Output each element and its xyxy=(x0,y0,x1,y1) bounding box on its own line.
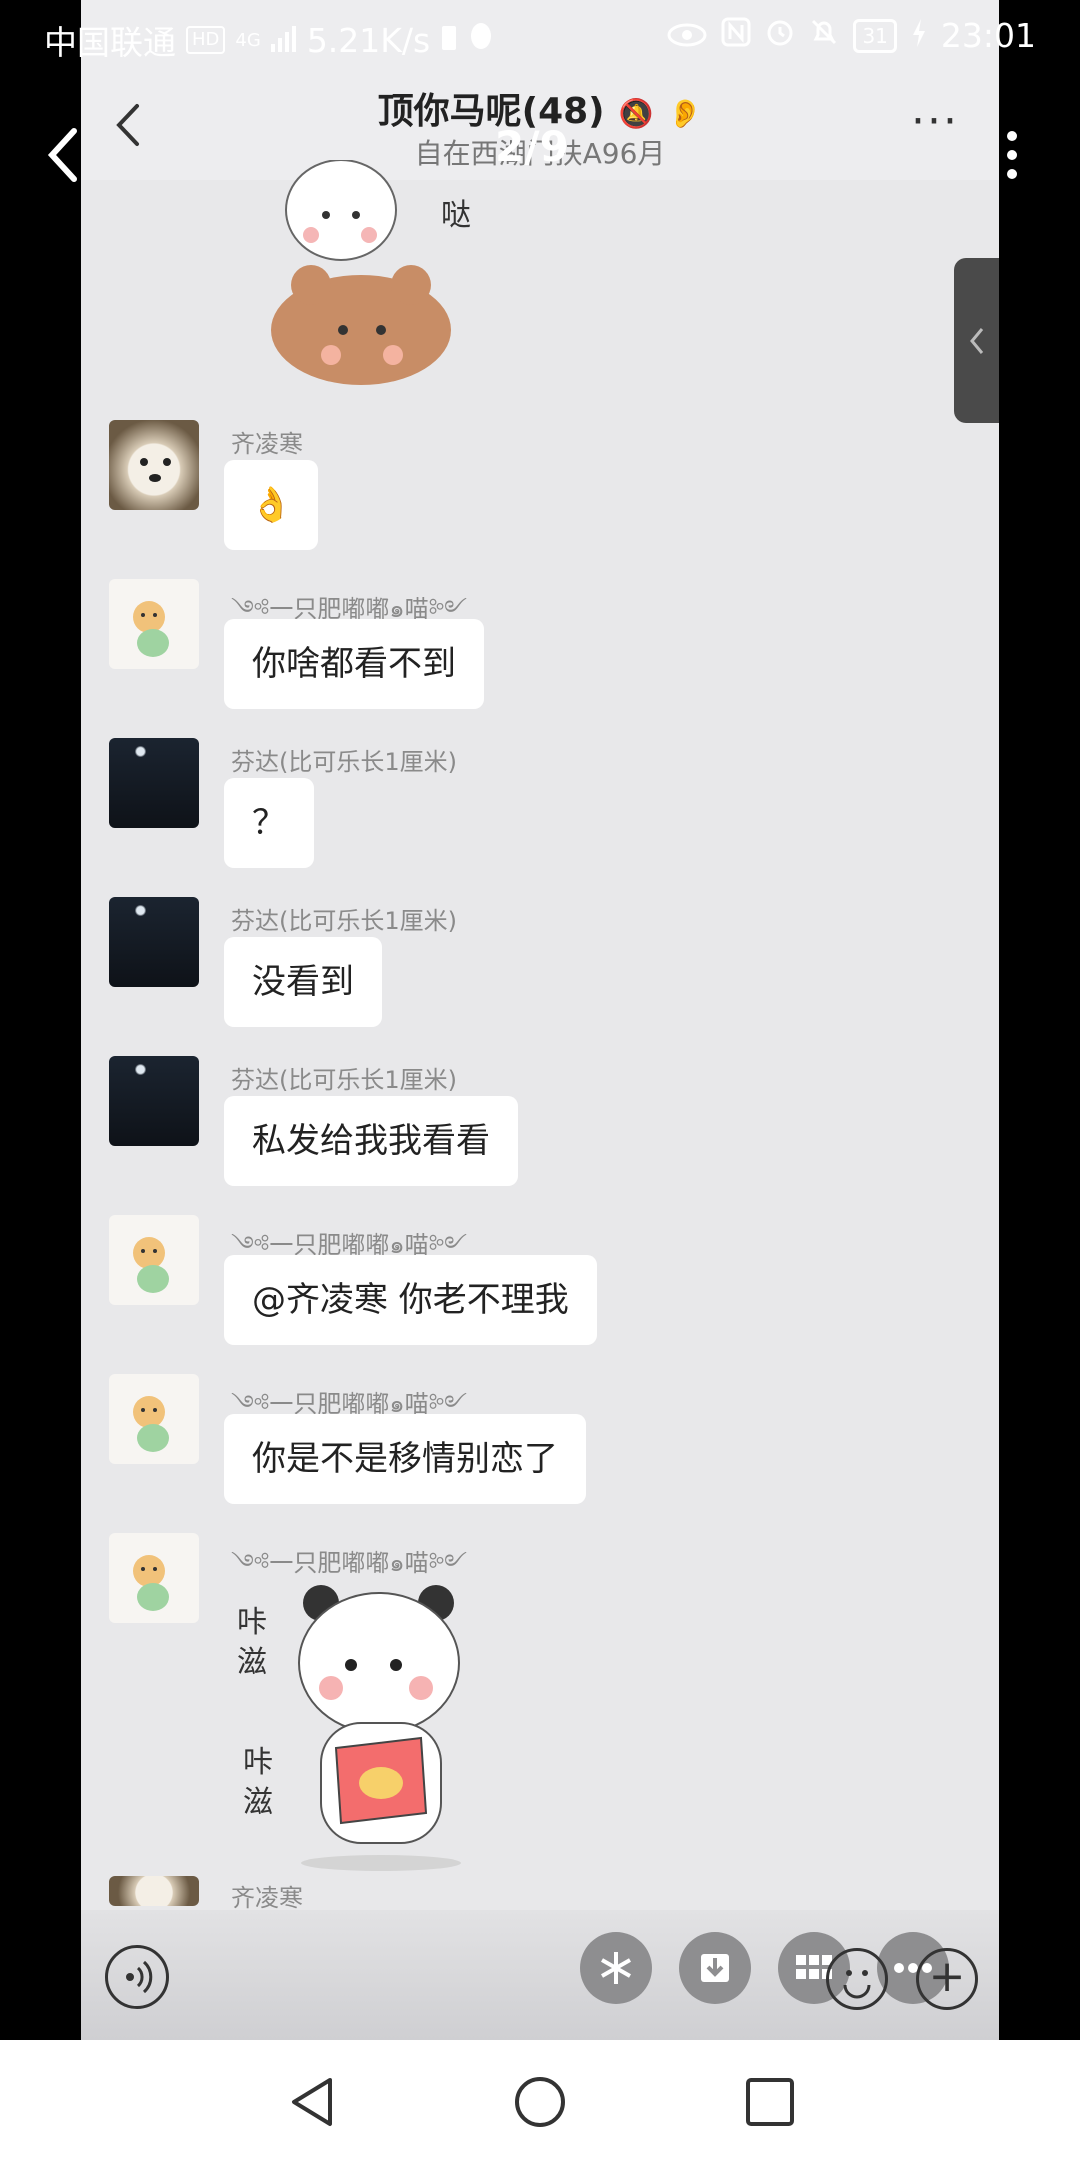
nav-back-icon[interactable] xyxy=(284,2074,340,2130)
message-bubble[interactable]: 没看到 xyxy=(224,937,382,1027)
qq-icon xyxy=(468,21,494,60)
message-bubble[interactable]: 👌 xyxy=(224,460,319,550)
nav-recents-icon[interactable] xyxy=(742,2074,798,2130)
message-bubble[interactable]: 你是不是移情别恋了 xyxy=(224,1414,586,1504)
mute-icon: 🔕 xyxy=(618,97,654,130)
net-speed: 5.21K/s xyxy=(306,20,431,60)
alarm-icon xyxy=(765,16,795,55)
message-bubble[interactable]: @齐凌寒 你老不理我 xyxy=(224,1255,597,1345)
dog-avatar[interactable] xyxy=(109,420,199,510)
dog-avatar[interactable] xyxy=(109,1876,199,1906)
screen: 中国联通 HD 4G 5.21K/s 31 23:01 顶你马呢(48) 🔕 👂… xyxy=(0,0,1080,2160)
night-avatar[interactable] xyxy=(109,738,199,828)
sender-name: 齐凌寒 xyxy=(231,1884,303,1912)
sim-icon xyxy=(440,21,458,60)
add-icon[interactable]: + xyxy=(916,1948,978,2010)
sparkle-icon[interactable] xyxy=(580,1932,652,2004)
sender-name: 芬达(比可乐长1厘米) xyxy=(231,1066,457,1094)
image-counter: 2/9 xyxy=(495,122,569,171)
ear-icon: 👂 xyxy=(667,97,703,130)
voice-icon[interactable] xyxy=(105,1945,169,2009)
cat-avatar[interactable] xyxy=(109,1215,199,1305)
night-avatar[interactable] xyxy=(109,1056,199,1146)
sender-name: 齐凌寒 xyxy=(231,430,303,458)
battery-level: 31 xyxy=(853,18,897,53)
signal-icon xyxy=(270,21,297,60)
charging-icon xyxy=(911,16,927,55)
message-bubble[interactable]: ？ xyxy=(224,778,314,868)
emoji-icon[interactable] xyxy=(826,1948,888,2010)
mute-bell-icon xyxy=(809,16,839,55)
cat-avatar[interactable] xyxy=(109,1374,199,1464)
chat-title: 顶你马呢(48) xyxy=(377,91,605,132)
input-bar: + xyxy=(81,1910,999,2040)
eye-icon xyxy=(667,16,707,55)
side-panel-tab[interactable] xyxy=(954,258,999,423)
sticker-bear-stack[interactable] xyxy=(251,159,451,390)
viewer-back-icon[interactable] xyxy=(40,125,90,185)
viewer-more-icon[interactable] xyxy=(1002,130,1022,180)
message-bubble[interactable]: 你啥都看不到 xyxy=(224,619,484,709)
sender-name: 芬达(比可乐长1厘米) xyxy=(231,907,457,935)
cat-avatar[interactable] xyxy=(109,579,199,669)
nav-home-icon[interactable] xyxy=(512,2074,568,2130)
night-avatar[interactable] xyxy=(109,897,199,987)
nfc-icon xyxy=(721,16,751,55)
chat-more-icon[interactable]: ··· xyxy=(911,96,959,147)
carrier-label: 中国联通 xyxy=(44,23,176,62)
hd-badge: HD xyxy=(186,26,226,54)
net-gen-label: 4G xyxy=(235,29,261,51)
system-nav-bar xyxy=(0,2040,1080,2160)
panda-sticker[interactable]: 咔 滋 咔 滋 xyxy=(231,1573,491,1873)
cat-avatar[interactable] xyxy=(109,1533,199,1623)
sticker-caption: 哒 xyxy=(441,198,471,233)
status-bar: 中国联通 HD 4G 5.21K/s 31 23:01 xyxy=(0,0,1080,74)
message-bubble[interactable]: 私发给我我看看 xyxy=(224,1096,518,1186)
sender-name: 芬达(比可乐长1厘米) xyxy=(231,748,457,776)
chat-screenshot: 顶你马呢(48) 🔕 👂 自在西湖门扶A96月 2/9 ··· 哒 齐凌寒 👌 … xyxy=(81,0,999,2040)
download-icon[interactable] xyxy=(679,1932,751,2004)
clock-time: 23:01 xyxy=(940,16,1036,55)
